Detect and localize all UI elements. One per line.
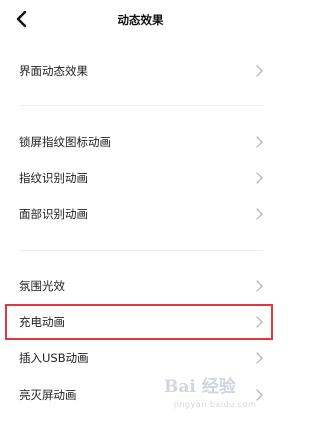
page-title: 动态效果 [117, 13, 164, 27]
watermark-subtext: jingyan.baidu.com [174, 400, 257, 409]
menu-item-label: 插入USB动画 [19, 351, 89, 365]
menu-item-label: 氛围光效 [19, 279, 65, 293]
menu-item-ambient-light[interactable]: 氛围光效 [0, 271, 281, 301]
chevron-right-icon [256, 136, 263, 148]
menu-item-label: 指纹识别动画 [19, 171, 88, 185]
menu-item-usb-animation[interactable]: 插入USB动画 [0, 343, 281, 373]
section-divider [19, 105, 263, 106]
header-bar: 动态效果 [0, 0, 281, 40]
menu-item-face-recognition-animation[interactable]: 面部识别动画 [0, 199, 281, 229]
watermark-text: Bai 经验 [164, 377, 236, 397]
menu-item-lockscreen-fingerprint-animation[interactable]: 锁屏指纹图标动画 [0, 127, 281, 157]
highlight-box [5, 304, 273, 340]
chevron-right-icon [256, 172, 263, 184]
section-divider [19, 250, 263, 251]
menu-item-fingerprint-animation[interactable]: 指纹识别动画 [0, 163, 281, 193]
chevron-right-icon [256, 65, 263, 77]
menu-item-label: 面部识别动画 [19, 207, 88, 221]
watermark: Bai 经验 jingyan.baidu.com [164, 370, 274, 418]
menu-item-interface-animation[interactable]: 界面动态效果 [0, 56, 281, 86]
menu-item-label: 界面动态效果 [19, 64, 88, 78]
chevron-right-icon [256, 208, 263, 220]
chevron-right-icon [256, 280, 263, 292]
menu-item-label: 锁屏指纹图标动画 [19, 135, 111, 149]
chevron-right-icon [256, 352, 263, 364]
menu-item-label: 亮灭屏动画 [19, 388, 77, 402]
